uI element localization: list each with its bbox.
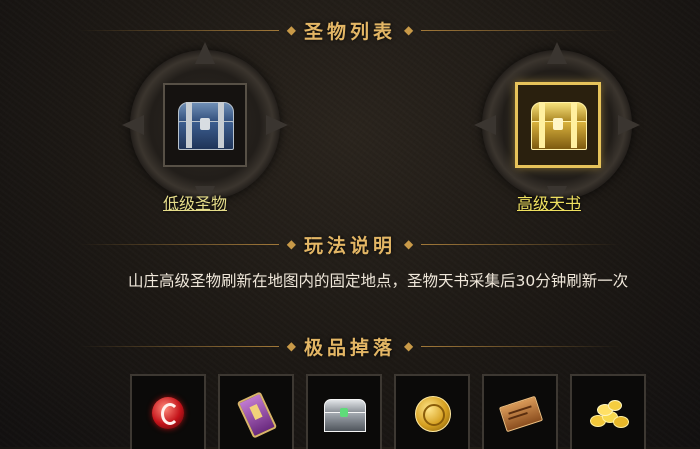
silver-chest-icon <box>322 391 366 435</box>
drops-header: ◆ 极品掉落 ◆ <box>0 331 700 361</box>
red-orb-icon <box>146 391 190 435</box>
ornament-icon: ◆ <box>404 237 414 251</box>
ancient-scroll-icon <box>498 391 544 435</box>
frame-spike <box>618 115 640 135</box>
ornament-icon: ◆ <box>404 23 414 37</box>
blue-treasure-chest-icon <box>178 102 234 150</box>
divider-line <box>78 345 279 347</box>
ornament-icon: ◆ <box>286 339 296 353</box>
high-heavenly-book-label[interactable]: 高级天书 <box>517 190 581 214</box>
ornament-icon: ◆ <box>286 23 296 37</box>
holy-list-title: 圣物列表 <box>303 20 396 43</box>
gold-treasure-chest-icon <box>531 102 587 150</box>
ornament-icon: ◆ <box>404 339 414 353</box>
frame-spike <box>195 42 215 64</box>
gameplay-title: 玩法说明 <box>303 234 396 257</box>
divider-line <box>421 243 622 245</box>
divider-line <box>421 29 622 31</box>
drop-slot-3[interactable] <box>306 374 382 449</box>
frame-spike <box>547 42 567 64</box>
low-holy-object-frame <box>120 40 290 210</box>
low-holy-object-label[interactable]: 低级圣物 <box>163 190 227 214</box>
gameplay-header: ◆ 玩法说明 ◆ <box>0 229 700 259</box>
high-heavenly-book-frame <box>472 40 642 210</box>
divider-line <box>78 243 279 245</box>
gold-pile-icon <box>586 391 630 435</box>
drop-slot-5[interactable] <box>482 374 558 449</box>
purple-talisman-icon <box>234 390 278 439</box>
drop-slot-6[interactable] <box>570 374 646 449</box>
gold-coin-icon <box>410 391 454 435</box>
drop-slot-1[interactable] <box>130 374 206 449</box>
divider-line <box>421 345 622 347</box>
ornament-icon: ◆ <box>286 237 296 251</box>
frame-spike <box>122 115 144 135</box>
drop-slot-4[interactable] <box>394 374 470 449</box>
frame-spike <box>474 115 496 135</box>
drop-slot-2[interactable] <box>218 374 294 449</box>
high-heavenly-book-slot[interactable] <box>515 82 601 168</box>
gameplay-description: 山庄高级圣物刷新在地图内的固定地点，圣物天书采集后30分钟刷新一次 <box>128 272 629 290</box>
drops-title: 极品掉落 <box>303 336 396 359</box>
divider-line <box>78 29 279 31</box>
frame-spike <box>266 115 288 135</box>
low-holy-object-slot[interactable] <box>163 83 247 167</box>
